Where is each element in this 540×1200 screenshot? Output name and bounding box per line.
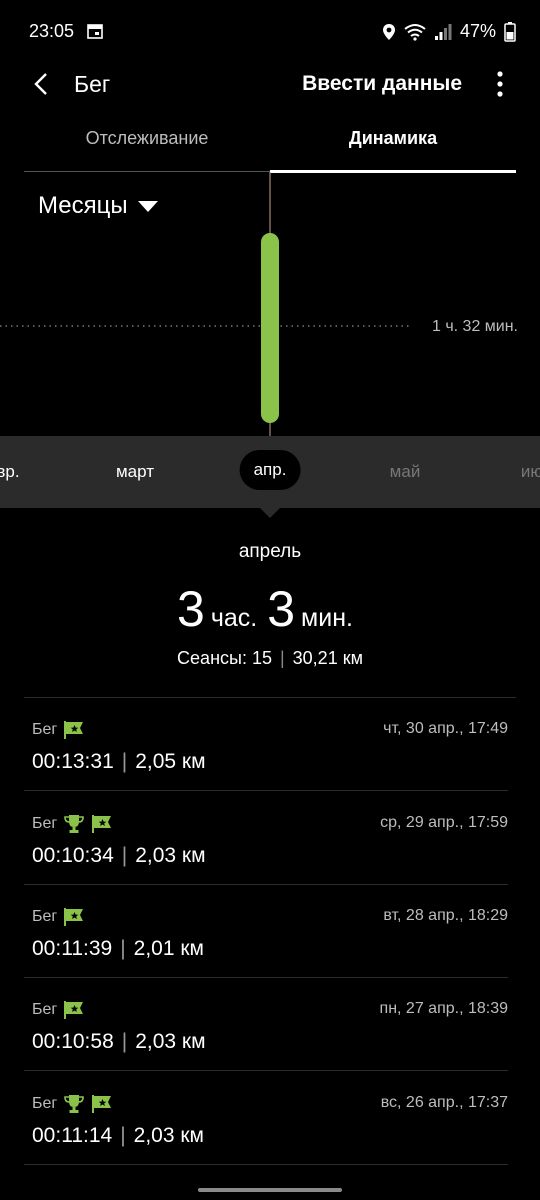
entry-values: 00:11:14 | 2,03 км [32,1124,204,1148]
entry-kind: Бег [32,815,58,832]
battery-icon [504,21,516,42]
entry-kind: Бег [32,1095,58,1112]
wifi-icon [404,23,426,41]
workout-entry[interactable]: Бег чт, 30 апр., 17:49 00:13:31 | 2,05 км [24,698,516,791]
separator: | [121,844,128,867]
tab-dynamics[interactable]: Динамика [270,128,516,149]
separator: | [120,1124,126,1147]
entry-time: 00:11:14 [32,1124,113,1147]
summary-month: апрель [238,541,302,562]
entry-kind-row: Бег [32,907,85,927]
workout-entry[interactable]: Бег ср, 29 апр., 17:59 00:10:34 | 2,03 км [24,792,516,885]
separator: | [121,750,128,773]
entry-distance: 2,03 км [135,1030,206,1053]
workout-entry[interactable]: Бег вс, 26 апр., 17:37 00:11:14 | 2,03 км [24,1072,516,1165]
app-bar: Бег Ввести данные [0,60,540,110]
summary-sessions-row: Сеансы: 15 | 30,21 км [0,648,540,669]
month-pointer [260,508,280,518]
dropdown-triangle-icon [137,200,158,212]
location-icon [382,23,395,40]
trophy-icon [64,815,85,833]
back-arrow-icon[interactable] [30,72,54,96]
chart-bar-april [261,233,279,423]
entry-kind-row: Бег [32,814,113,834]
calendar-icon [87,24,103,39]
entry-date: ср, 29 апр., 17:59 [380,814,508,831]
entry-date: вс, 26 апр., 17:37 [380,1094,508,1111]
entry-values: 00:13:31 | 2,05 км [32,750,206,774]
entry-distance: 2,03 км [135,844,206,867]
summary-minutes-unit: мин. [301,604,353,632]
separator: | [121,1030,128,1053]
separator: | [120,937,126,960]
workout-entry[interactable]: Бег вт, 28 апр., 18:29 00:11:39 | 2,01 км [24,885,516,978]
more-options-icon[interactable] [488,70,512,98]
entry-values: 00:10:58 | 2,03 км [32,1030,206,1054]
flag-icon [64,721,84,739]
status-bar: 23:05 47% [0,0,540,60]
entry-time: 00:13:31 [32,750,114,773]
month-feb[interactable]: вр. [0,462,20,482]
month-may[interactable]: май [390,462,421,482]
entry-kind: Бег [32,721,58,738]
enter-data-button[interactable]: Ввести данные [302,72,462,96]
entry-kind: Бег [32,908,58,925]
month-selector[interactable]: вр. март апр. май ию [0,436,540,508]
entry-divider [24,790,508,791]
flag-icon [64,1001,84,1019]
trophy-icon [64,1095,85,1113]
entry-date: чт, 30 апр., 17:49 [383,720,508,737]
entry-kind-row: Бег [32,720,85,740]
entry-kind: Бег [32,1001,58,1018]
tab-bar: Отслеживание Динамика [24,128,516,172]
period-dropdown[interactable]: Месяцы [38,192,158,220]
flag-icon [64,908,84,926]
status-time: 23:05 [29,21,75,41]
month-june[interactable]: ию [521,462,540,482]
entry-date: вт, 28 апр., 18:29 [383,907,508,924]
entry-time: 00:11:39 [32,937,113,960]
entry-time: 00:10:34 [32,844,114,867]
entry-time: 00:10:58 [32,1030,114,1053]
entry-values: 00:11:39 | 2,01 км [32,937,204,961]
summary-hours-unit: час. [210,604,258,632]
entry-divider [24,1164,508,1165]
month-april-selected[interactable]: апр. [239,450,301,490]
flag-icon [92,815,112,833]
tab-tracking[interactable]: Отслеживание [24,128,270,149]
period-label: Месяцы [38,192,128,219]
entry-kind-row: Бег [32,1094,113,1114]
home-indicator[interactable] [198,1188,342,1192]
summary-hours: 3 [177,581,205,637]
summary-distance: 30,21 км [292,648,363,668]
month-march[interactable]: март [116,462,154,482]
signal-icon [434,23,452,40]
summary-duration: 3 час. 3 мин. [0,580,540,638]
summary-sessions: Сеансы: 15 [177,648,272,668]
page-title: Бег [74,71,111,97]
flag-icon [92,1095,112,1113]
entry-distance: 2,03 км [133,1124,204,1147]
entry-values: 00:10:34 | 2,03 км [32,844,206,868]
entry-distance: 2,05 км [135,750,206,773]
entry-date: пн, 27 апр., 18:39 [379,1000,508,1017]
entry-kind-row: Бег [32,1000,85,1020]
summary-minutes: 3 [267,581,296,637]
entry-divider [24,1070,508,1071]
separator: | [279,648,285,668]
workout-entry[interactable]: Бег пн, 27 апр., 18:39 00:10:58 | 2,03 км [24,978,516,1071]
entry-distance: 2,01 км [133,937,204,960]
average-label: 1 ч. 32 мин. [425,318,518,336]
battery-percent: 47% [459,21,496,41]
